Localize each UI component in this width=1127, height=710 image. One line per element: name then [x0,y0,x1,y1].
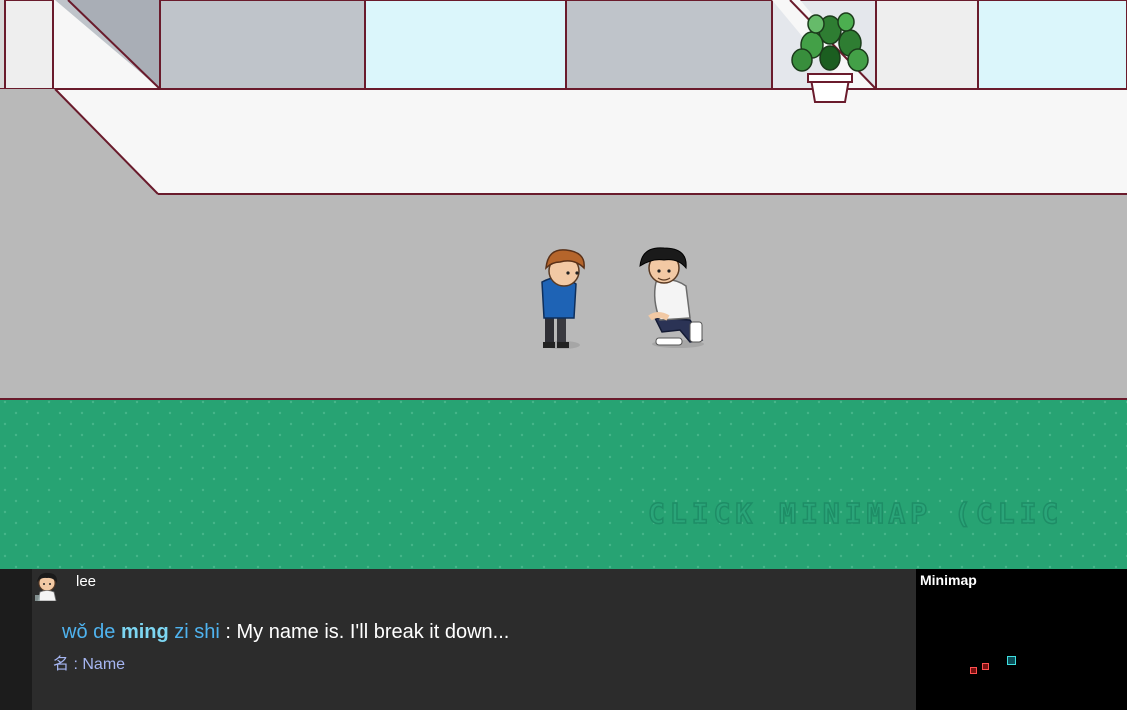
minimap-player-marker[interactable] [1007,656,1016,665]
pinyin-word-2[interactable]: zi shi [169,621,220,643]
dialog-sentence: wǒ de ming zi shi : My name is. I'll bre… [62,621,509,644]
minimap-npc-marker[interactable] [982,663,989,670]
grass [0,400,1127,569]
speaker-name: lee [76,573,97,590]
lee-avatar-icon [35,572,58,601]
minimap-npc-marker[interactable] [970,667,977,674]
minimap-panel[interactable]: Minimap [918,569,1127,710]
vocab-hanzi: 名 [53,656,70,673]
minimap-title: Minimap [920,572,977,588]
dialog-translation: My name is. I'll break it down... [236,621,510,643]
vocab-separator: : [69,656,83,673]
scrolling-banner-text: CLICK MINIMAP (CLIC [647,496,1064,531]
pinyin-word-1[interactable]: wǒ de [62,621,121,643]
pinyin-word-highlighted[interactable]: ming [121,621,169,643]
game-scene: CLICK MINIMAP (CLIC [0,0,1127,569]
vocab-hint: 名 : Name [53,650,125,674]
vocab-meaning: Name [82,656,126,673]
pinyin-separator: : [219,621,237,643]
building-wall [0,0,1127,195]
scene-backdrop [0,0,1127,569]
